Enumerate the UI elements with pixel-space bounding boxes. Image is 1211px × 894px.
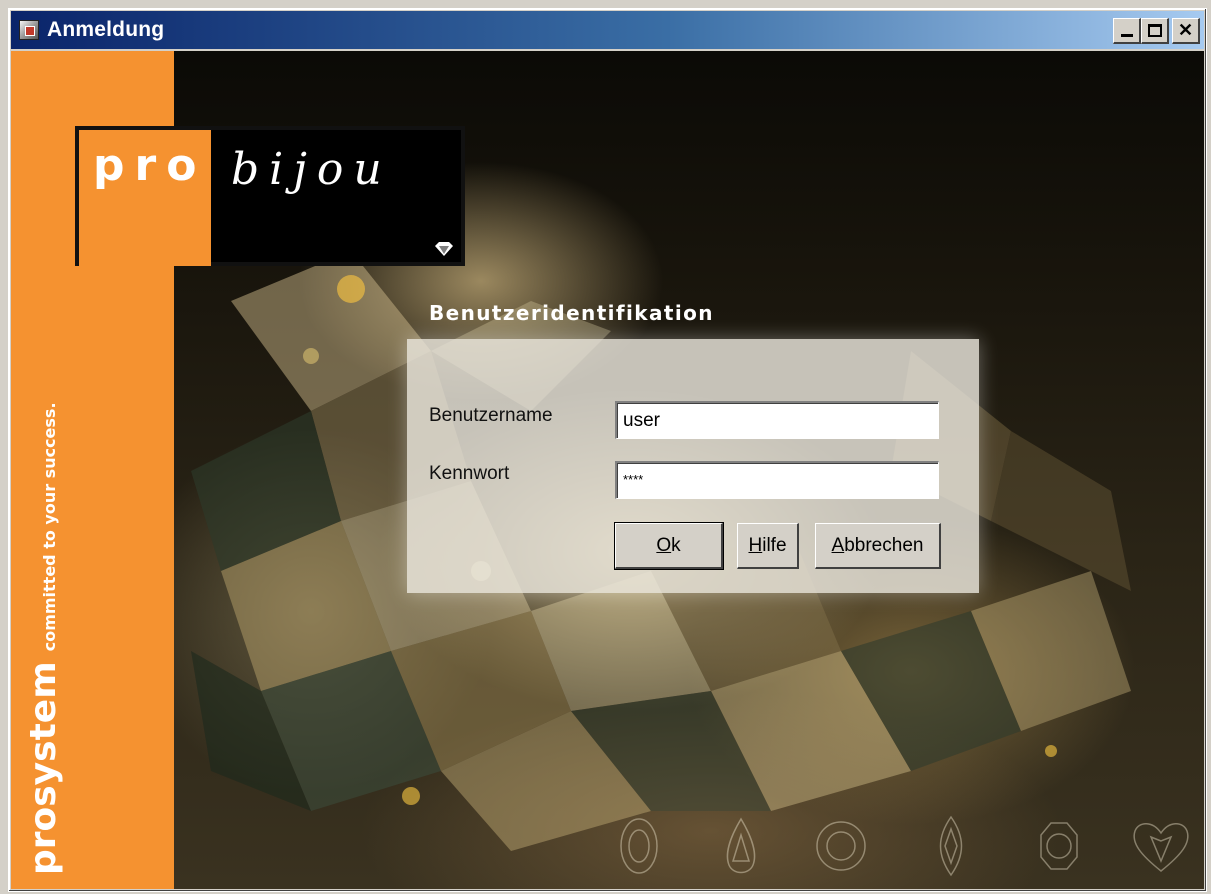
maximize-button[interactable]: [1141, 18, 1169, 44]
window-controls: ✕: [1113, 18, 1200, 44]
window-title: Anmeldung: [47, 18, 165, 41]
maximize-icon: [1147, 24, 1162, 37]
password-label: Kennwort: [429, 463, 510, 484]
heart-cut-icon: [1133, 823, 1189, 872]
login-panel: Benutzername Kennwort Ok Hilfe Abbrechen: [407, 339, 979, 593]
title-bar[interactable]: Anmeldung ✕: [11, 11, 1204, 49]
sidebar-brand-name: prosystem: [23, 661, 64, 875]
password-input[interactable]: [615, 461, 939, 499]
login-window: Anmeldung ✕ prosystemcommitted to your s…: [8, 8, 1207, 892]
logo-bijou-text: bijou: [231, 144, 392, 195]
cancel-button[interactable]: Abbrechen: [815, 523, 941, 569]
octagon-cut-icon: [1040, 822, 1078, 870]
probijou-logo: pro bijou: [75, 126, 465, 266]
username-label: Benutzername: [429, 405, 553, 426]
close-icon: ✕: [1177, 20, 1194, 40]
round-cut-icon: [816, 821, 866, 871]
sidebar-tagline: committed to your success.: [40, 402, 59, 652]
marquise-cut-icon: [939, 815, 963, 877]
app-cube-icon[interactable]: [17, 18, 41, 42]
sidebar-brand: prosystem committed to your success.: [23, 315, 64, 875]
minimize-icon: [1120, 34, 1133, 37]
username-input[interactable]: [615, 401, 939, 439]
minimize-button[interactable]: [1113, 18, 1141, 44]
oval-cut-icon: [620, 818, 658, 874]
gem-cuts-decoration: [620, 815, 1189, 877]
pear-cut-icon: [726, 817, 756, 874]
diamond-logo-icon: [435, 242, 453, 256]
login-background: prosystem committed to your success. pro …: [11, 51, 1204, 889]
help-button[interactable]: Hilfe: [737, 523, 799, 569]
logo-pro-text: pro: [93, 140, 207, 191]
login-heading: Benutzeridentifikation: [429, 301, 714, 325]
close-button[interactable]: ✕: [1172, 18, 1200, 44]
ok-button[interactable]: Ok: [614, 522, 724, 570]
